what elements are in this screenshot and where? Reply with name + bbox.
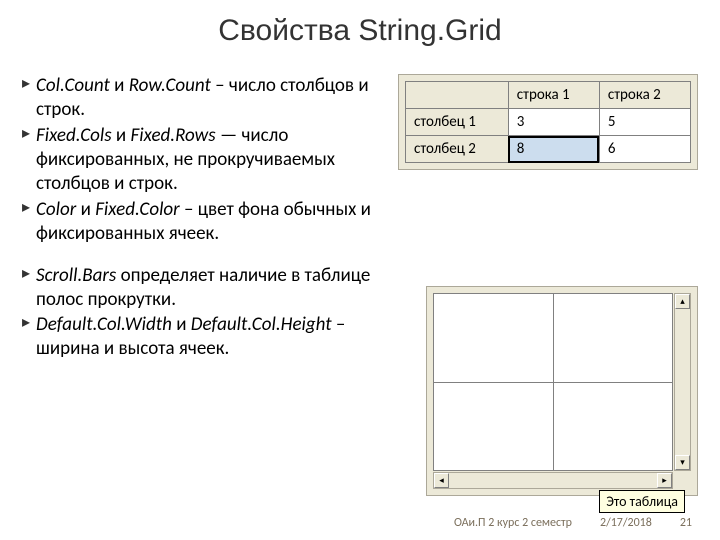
bullets-col: Col.Count и Row.Count – число столбцов и… (22, 74, 384, 248)
txt: и (110, 74, 129, 97)
grid-viewport[interactable] (433, 293, 673, 471)
scroll-right-icon[interactable]: ▸ (657, 473, 672, 488)
footer-page: 21 (680, 516, 692, 530)
horizontal-scrollbar[interactable]: ◂ ▸ (433, 472, 673, 489)
scroll-down-icon[interactable]: ▾ (675, 455, 690, 470)
footer-date: 2/17/2018 (600, 516, 652, 530)
row-wide: Scroll.Bars определяет наличие в таблице… (22, 264, 698, 496)
vertical-scrollbar[interactable]: ▴ ▾ (674, 293, 691, 471)
footer: ОАи.П 2 курс 2 семестр 2/17/2018 21 (0, 516, 720, 530)
stringgrid-panel: строка 1 строка 2 столбец 1 3 5 столбец … (398, 74, 698, 170)
slide: Свойства String.Grid Col.Count и Row.Cou… (0, 0, 720, 496)
em: Fixed.Rows (131, 124, 216, 147)
table-row: столбец 1 3 5 (406, 109, 691, 136)
header-cell[interactable]: строка 1 (508, 82, 599, 109)
cell-focused[interactable]: 8 (508, 136, 599, 163)
em: Col.Count (36, 74, 110, 97)
list-item: Fixed.Cols и Fixed.Rows — число фиксиров… (22, 124, 384, 196)
header-cell[interactable]: строка 2 (599, 82, 690, 109)
txt: и (172, 313, 191, 336)
bullets-col-2: Scroll.Bars определяет наличие в таблице… (22, 264, 398, 496)
cell[interactable]: 5 (599, 109, 690, 136)
cell[interactable]: 6 (599, 136, 690, 163)
footer-course: ОАи.П 2 курс 2 семестр (454, 516, 572, 530)
page-title: Свойства String.Grid (22, 14, 698, 48)
em: Default.Col.Width (36, 313, 172, 336)
em: Row.Count (129, 74, 211, 97)
row-header[interactable]: столбец 2 (406, 136, 509, 163)
em: Color (36, 198, 76, 221)
list-item: Color и Fixed.Color – цвет фона обычных … (22, 198, 384, 246)
txt: и (76, 198, 95, 221)
content-row: Col.Count и Row.Count – число столбцов и… (22, 74, 698, 248)
tooltip: Это таблица (599, 490, 685, 513)
em: Default.Col.Height (191, 313, 332, 336)
list-item: Col.Count и Row.Count – число столбцов и… (22, 74, 384, 122)
scroll-left-icon[interactable]: ◂ (434, 473, 449, 488)
row-header[interactable]: столбец 1 (406, 109, 509, 136)
txt: и (112, 124, 131, 147)
scrollbars-panel: ▴ ▾ ◂ ▸ Это таблица (426, 286, 698, 496)
bullet-list-2: Scroll.Bars определяет наличие в таблице… (22, 264, 398, 362)
table-row: строка 1 строка 2 (406, 82, 691, 109)
bullet-list-1: Col.Count и Row.Count – число столбцов и… (22, 74, 384, 246)
list-item: Scroll.Bars определяет наличие в таблице… (22, 264, 398, 312)
header-cell[interactable] (406, 82, 509, 109)
table-row: столбец 2 8 6 (406, 136, 691, 163)
list-item: Default.Col.Width и Default.Col.Height –… (22, 313, 398, 361)
em: Fixed.Cols (36, 124, 112, 147)
scroll-up-icon[interactable]: ▴ (675, 294, 690, 309)
cell[interactable]: 3 (508, 109, 599, 136)
stringgrid-table[interactable]: строка 1 строка 2 столбец 1 3 5 столбец … (405, 81, 691, 163)
grid-col: строка 1 строка 2 столбец 1 3 5 столбец … (398, 74, 698, 248)
em: Scroll.Bars (36, 264, 116, 287)
em: Fixed.Color (95, 198, 180, 221)
